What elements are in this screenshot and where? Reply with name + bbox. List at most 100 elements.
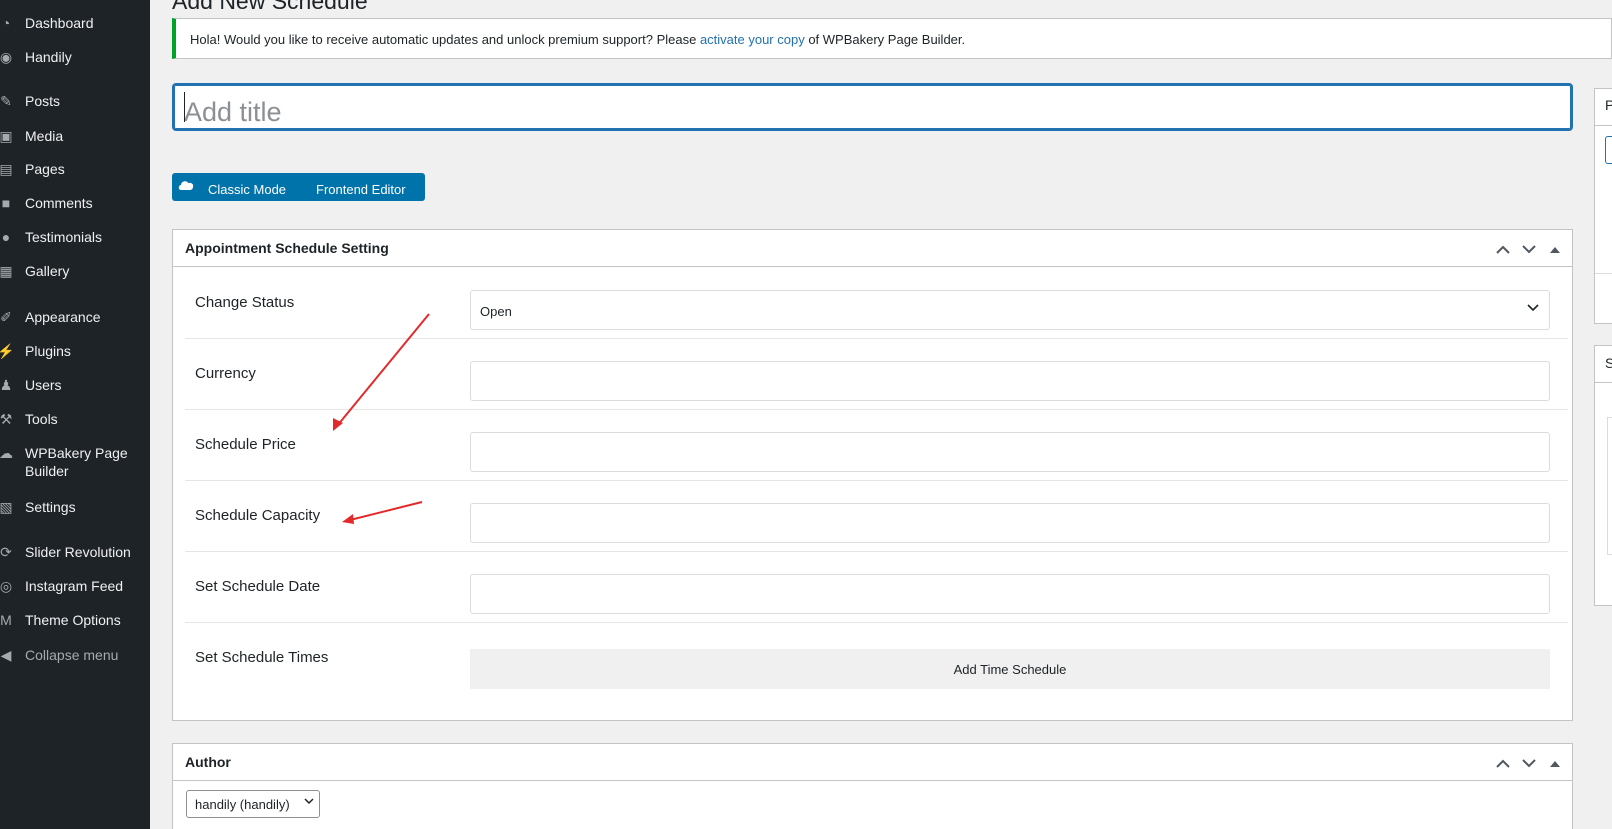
sidebar-item-label: Plugins — [25, 343, 71, 359]
currency-row: Currency — [185, 339, 1568, 410]
activate-link[interactable]: activate your copy — [700, 32, 805, 47]
price-label: Schedule Price — [195, 436, 296, 453]
sidebar-item-label: Theme Options — [25, 612, 121, 628]
toggle-panel-icon[interactable] — [1546, 754, 1564, 772]
text-caret — [184, 92, 185, 122]
move-up-icon[interactable] — [1494, 240, 1512, 258]
pages-icon: ▤ — [0, 161, 13, 177]
status-select[interactable]: Open — [470, 290, 1550, 330]
status-row: Change Status Open — [185, 268, 1568, 339]
side-metabox-list — [1607, 417, 1612, 555]
theme-options-icon: M — [0, 612, 12, 628]
currency-input[interactable] — [470, 361, 1550, 401]
sidebar-item-collapse-menu[interactable]: ◀ Collapse menu — [0, 646, 150, 664]
plugins-icon: ⚡ — [0, 343, 15, 359]
date-label: Set Schedule Date — [195, 578, 321, 595]
toggle-panel-icon[interactable] — [1546, 240, 1564, 258]
sidebar-item-label: Collapse menu — [25, 647, 119, 663]
sidebar-item-comments[interactable]: ■ Comments — [0, 194, 150, 212]
pin-icon: ✎ — [0, 93, 12, 109]
author-metabox: Author handily (handily) — [172, 743, 1573, 829]
publish-box-divider — [1595, 273, 1612, 274]
sidebar-item-appearance[interactable]: ✐ Appearance — [0, 308, 150, 326]
sidebar-item-media[interactable]: ▣ Media — [0, 127, 150, 145]
sidebar-item-testimonials[interactable]: ● Testimonials — [0, 228, 150, 246]
sidebar-item-label: Appearance — [25, 309, 101, 325]
date-row: Set Schedule Date — [185, 552, 1568, 623]
sidebar-item-label: Posts — [25, 93, 61, 109]
dashboard-icon: ◔ — [1, 15, 11, 31]
sidebar-item-instagram-feed[interactable]: ◎ Instagram Feed — [0, 577, 150, 595]
side-metabox-header: S — [1595, 346, 1612, 383]
wpbakery-toolbar: Classic Mode Frontend Editor — [172, 173, 425, 201]
move-down-icon[interactable] — [1520, 754, 1538, 772]
wpbakery-logo-icon — [178, 181, 194, 190]
sidebar-item-users[interactable]: ♟ Users — [0, 376, 150, 394]
users-icon: ♟ — [0, 377, 13, 393]
metabox-header: Appointment Schedule Setting — [173, 230, 1572, 267]
comments-icon: ■ — [1, 195, 11, 211]
chevron-down-icon — [1527, 304, 1539, 312]
testimonials-icon: ● — [1, 229, 11, 245]
sidebar-item-handily[interactable]: ◉ Handily — [0, 48, 150, 66]
tools-icon: ⚒ — [0, 411, 13, 427]
sidebar-item-pages[interactable]: ▤ Pages — [0, 160, 150, 178]
handily-icon: ◉ — [0, 49, 13, 65]
chevron-down-icon — [304, 798, 314, 805]
sidebar-item-label: Handily — [25, 49, 72, 65]
frontend-editor-button[interactable]: Frontend Editor — [316, 182, 406, 197]
admin-sidebar: ◔ Dashboard ◉ Handily ✎ Posts ▣ Media ▤ Pages ■ Com… — [0, 0, 150, 829]
sidebar-item-label: Media — [25, 128, 64, 144]
appearance-icon: ✐ — [0, 309, 12, 325]
title-placeholder: Add title — [184, 97, 282, 127]
price-input[interactable] — [470, 432, 1550, 472]
times-row: Set Schedule Times Add Time Schedule — [185, 623, 1568, 713]
gallery-icon: ▦ — [0, 263, 13, 279]
sidebar-item-label: Dashboard — [25, 15, 94, 31]
sidebar-item-label: Users — [25, 377, 62, 393]
sidebar-item-dashboard[interactable]: ◔ Dashboard — [0, 14, 150, 32]
author-metabox-header: Author — [173, 744, 1572, 781]
sidebar-item-theme-options[interactable]: M Theme Options — [0, 611, 150, 629]
sidebar-item-label: Gallery — [25, 263, 70, 279]
sidebar-item-label: WPBakery Page Builder — [25, 445, 128, 479]
sidebar-item-label: Pages — [25, 161, 65, 177]
times-label: Set Schedule Times — [195, 649, 329, 666]
sidebar-item-posts[interactable]: ✎ Posts — [0, 92, 150, 110]
sidebar-item-wpbakery-page-builder[interactable]: ☁ WPBakery Page Builder — [0, 444, 150, 480]
sidebar-item-settings[interactable]: ▧ Settings — [0, 498, 150, 516]
sidebar-item-label: Slider Revolution — [25, 544, 131, 560]
collapse-icon: ◀ — [0, 647, 12, 663]
sidebar-item-slider-revolution[interactable]: ⟳ Slider Revolution — [0, 543, 150, 561]
sidebar-item-plugins[interactable]: ⚡ Plugins — [0, 342, 150, 360]
page-title: Add New Schedule — [172, 0, 368, 14]
author-metabox-title: Author — [185, 754, 231, 770]
date-input[interactable] — [470, 574, 1550, 614]
author-value: handily (handily) — [195, 797, 290, 812]
capacity-row: Schedule Capacity — [185, 481, 1568, 552]
sidebar-item-tools[interactable]: ⚒ Tools — [0, 410, 150, 428]
sidebar-item-label: Testimonials — [25, 229, 103, 245]
move-down-icon[interactable] — [1520, 240, 1538, 258]
status-value: Open — [480, 304, 512, 319]
author-select[interactable]: handily (handily) — [186, 790, 320, 818]
sidebar-item-label: Tools — [25, 411, 58, 427]
price-row: Schedule Price — [185, 410, 1568, 481]
classic-mode-button[interactable]: Classic Mode — [208, 182, 286, 197]
metabox-title: Appointment Schedule Setting — [185, 240, 389, 256]
settings-icon: ▧ — [0, 499, 13, 515]
post-title-input[interactable]: Add title — [172, 83, 1573, 131]
sidebar-item-label: Instagram Feed — [25, 578, 124, 594]
schedule-settings-metabox: Appointment Schedule Setting Change Stat… — [172, 229, 1573, 721]
publish-box-header: P — [1595, 89, 1612, 126]
slider-revolution-icon: ⟳ — [0, 544, 12, 560]
sidebar-item-gallery[interactable]: ▦ Gallery — [0, 262, 150, 280]
currency-label: Currency — [195, 365, 256, 382]
notice-text-after: of WPBakery Page Builder. — [804, 32, 966, 47]
add-time-schedule-button[interactable]: Add Time Schedule — [470, 649, 1550, 689]
save-draft-button[interactable] — [1605, 136, 1612, 164]
side-metabox: S — [1594, 345, 1612, 606]
move-up-icon[interactable] — [1494, 754, 1512, 772]
notice-text-before: Hola! Would you like to receive automati… — [190, 32, 700, 47]
capacity-input[interactable] — [470, 503, 1550, 543]
